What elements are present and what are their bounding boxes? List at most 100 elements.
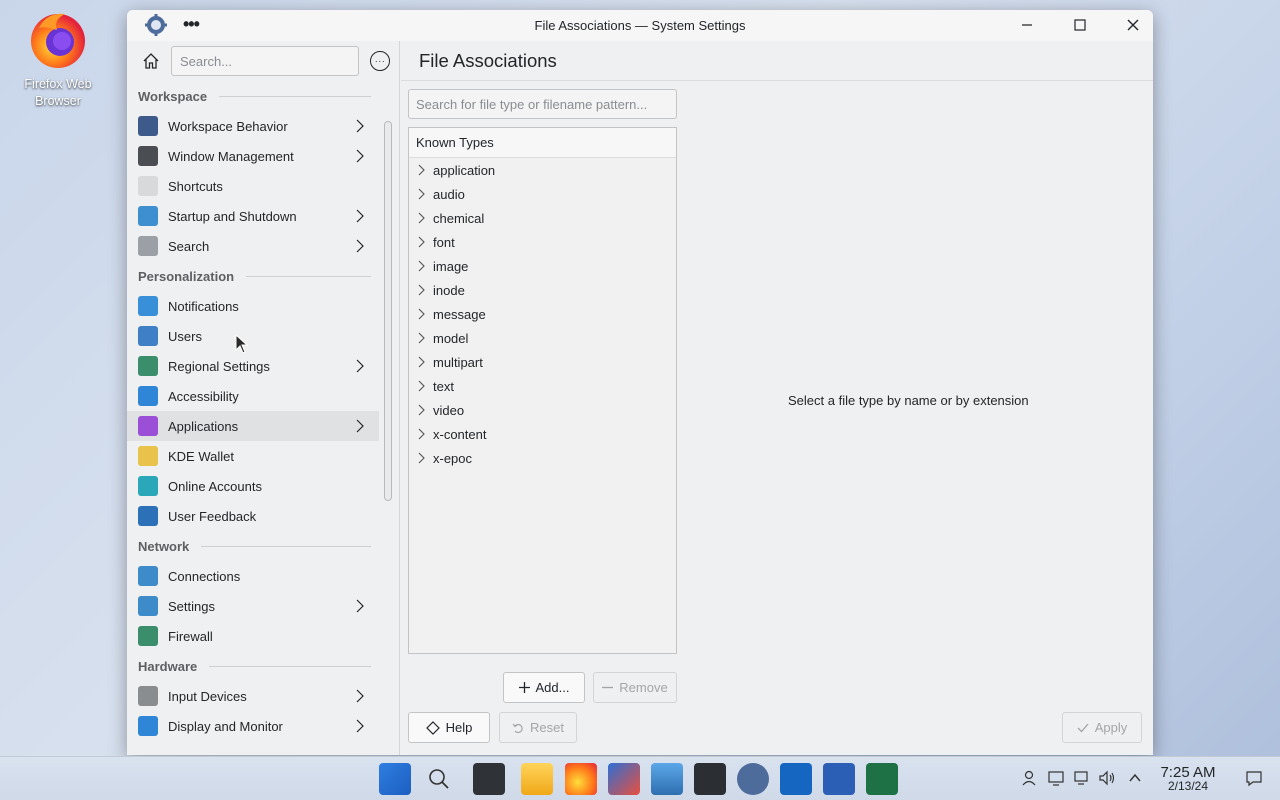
- chevron-right-icon: [356, 719, 364, 733]
- sidebar-scrollbar[interactable]: [384, 121, 392, 501]
- sidebar-item-online-accounts[interactable]: Online Accounts: [127, 471, 379, 501]
- tree-row-model[interactable]: model: [409, 326, 676, 350]
- display-icon[interactable]: [1047, 769, 1065, 787]
- outlook-icon[interactable]: [780, 763, 812, 795]
- sidebar-item-display-and-monitor[interactable]: Display and Monitor: [127, 711, 379, 741]
- tree-row-message[interactable]: message: [409, 302, 676, 326]
- sidebar-item-regional-settings[interactable]: Regional Settings: [127, 351, 379, 381]
- expand-chevron-icon[interactable]: [416, 164, 426, 176]
- sidebar-item-users[interactable]: Users: [127, 321, 379, 351]
- file-type-search-input[interactable]: Search for file type or filename pattern…: [408, 89, 677, 119]
- sidebar-item-label: Search: [168, 238, 210, 254]
- chevron-up-icon[interactable]: [1126, 769, 1144, 787]
- tree-row-label: model: [433, 330, 469, 346]
- tree-row-chemical[interactable]: chemical: [409, 206, 676, 230]
- sidebar-item-search[interactable]: Search: [127, 231, 379, 261]
- sidebar-item-applications[interactable]: Applications: [127, 411, 379, 441]
- expand-chevron-icon[interactable]: [416, 236, 426, 248]
- sidebar-item-startup-and-shutdown[interactable]: Startup and Shutdown: [127, 201, 379, 231]
- chevron-right-icon: [356, 689, 364, 703]
- tree-row-application[interactable]: application: [409, 158, 676, 182]
- system-settings-window: ••• File Associations — System Settings …: [127, 10, 1153, 755]
- tree-row-x-epoc[interactable]: x-epoc: [409, 446, 676, 470]
- sidebar-item-workspace-behavior[interactable]: Workspace Behavior: [127, 111, 379, 141]
- home-button[interactable]: [139, 49, 163, 73]
- help-icon: [425, 720, 440, 735]
- chevron-right-icon: [356, 599, 364, 613]
- section-header: Workspace: [127, 81, 379, 111]
- expand-chevron-icon[interactable]: [416, 356, 426, 368]
- tree-row-font[interactable]: font: [409, 230, 676, 254]
- section-header: Network: [127, 531, 379, 561]
- word-icon[interactable]: [823, 763, 855, 795]
- photos-icon[interactable]: [651, 763, 683, 795]
- expand-chevron-icon[interactable]: [416, 188, 426, 200]
- excel-icon[interactable]: [866, 763, 898, 795]
- tree-row-label: image: [433, 258, 469, 274]
- expand-chevron-icon[interactable]: [416, 332, 426, 344]
- network-icon[interactable]: [1073, 769, 1091, 787]
- expand-chevron-icon[interactable]: [416, 380, 426, 392]
- sidebar-item-notifications[interactable]: Notifications: [127, 291, 379, 321]
- minimize-button[interactable]: [1014, 13, 1040, 37]
- reset-button[interactable]: Reset: [499, 712, 577, 743]
- expand-chevron-icon[interactable]: [416, 284, 426, 296]
- search-icon[interactable]: [423, 763, 455, 795]
- notification-center-icon[interactable]: [1245, 769, 1263, 787]
- file-explorer-icon[interactable]: [521, 763, 553, 795]
- add-button[interactable]: Add...: [503, 672, 585, 703]
- tree-row-video[interactable]: video: [409, 398, 676, 422]
- window-menu-button[interactable]: •••: [183, 14, 200, 35]
- sidebar-item-settings[interactable]: Settings: [127, 591, 379, 621]
- firefox-icon[interactable]: [565, 763, 597, 795]
- sidebar-item-connections[interactable]: Connections: [127, 561, 379, 591]
- expand-chevron-icon[interactable]: [416, 428, 426, 440]
- store-icon[interactable]: [608, 763, 640, 795]
- remove-button-label: Remove: [619, 680, 668, 695]
- start-menu-icon[interactable]: [379, 763, 411, 795]
- firewall-icon: [138, 626, 158, 646]
- sidebar-item-accessibility[interactable]: Accessibility: [127, 381, 379, 411]
- tree-row-multipart[interactable]: multipart: [409, 350, 676, 374]
- title-bar[interactable]: ••• File Associations — System Settings: [127, 10, 1153, 41]
- expand-chevron-icon[interactable]: [416, 308, 426, 320]
- firefox-desktop-shortcut[interactable]: Firefox Web Browser: [14, 8, 102, 110]
- tree-row-label: message: [433, 306, 486, 322]
- expand-chevron-icon[interactable]: [416, 452, 426, 464]
- maximize-button[interactable]: [1067, 13, 1093, 37]
- help-button[interactable]: Help: [408, 712, 490, 743]
- system-clock[interactable]: 7:25 AM 2/13/24: [1150, 764, 1226, 793]
- tree-row-inode[interactable]: inode: [409, 278, 676, 302]
- minimize-icon: [1022, 24, 1032, 26]
- remove-button[interactable]: Remove: [593, 672, 677, 703]
- sidebar-item-label: Users: [168, 328, 202, 344]
- people-icon[interactable]: [1020, 769, 1038, 787]
- close-button[interactable]: [1120, 13, 1146, 37]
- tree-row-image[interactable]: image: [409, 254, 676, 278]
- sidebar-item-window-management[interactable]: Window Management: [127, 141, 379, 171]
- system-settings-icon[interactable]: [145, 14, 167, 36]
- expand-chevron-icon[interactable]: [416, 404, 426, 416]
- help-button-label: Help: [445, 720, 473, 735]
- apply-button[interactable]: Apply: [1062, 712, 1142, 743]
- widgets-icon[interactable]: [473, 763, 505, 795]
- sidebar-search-input[interactable]: Search...: [171, 46, 359, 76]
- sidebar-item-shortcuts[interactable]: Shortcuts: [127, 171, 379, 201]
- volume-icon[interactable]: [1098, 769, 1116, 787]
- plus-icon: [518, 682, 530, 693]
- tree-row-x-content[interactable]: x-content: [409, 422, 676, 446]
- tree-header[interactable]: Known Types: [409, 128, 676, 158]
- terminal-icon[interactable]: [694, 763, 726, 795]
- sidebar-item-input-devices[interactable]: Input Devices: [127, 681, 379, 711]
- expand-chevron-icon[interactable]: [416, 212, 426, 224]
- sidebar-item-kde-wallet[interactable]: KDE Wallet: [127, 441, 379, 471]
- sidebar-item-label: Regional Settings: [168, 358, 270, 374]
- tree-row-text[interactable]: text: [409, 374, 676, 398]
- sidebar-item-firewall[interactable]: Firewall: [127, 621, 379, 651]
- tree-row-audio[interactable]: audio: [409, 182, 676, 206]
- more-options-button[interactable]: ···: [370, 51, 390, 71]
- expand-chevron-icon[interactable]: [416, 260, 426, 272]
- sidebar-item-label: Startup and Shutdown: [168, 208, 297, 224]
- sidebar-item-user-feedback[interactable]: User Feedback: [127, 501, 379, 531]
- system-settings-icon[interactable]: [737, 763, 769, 795]
